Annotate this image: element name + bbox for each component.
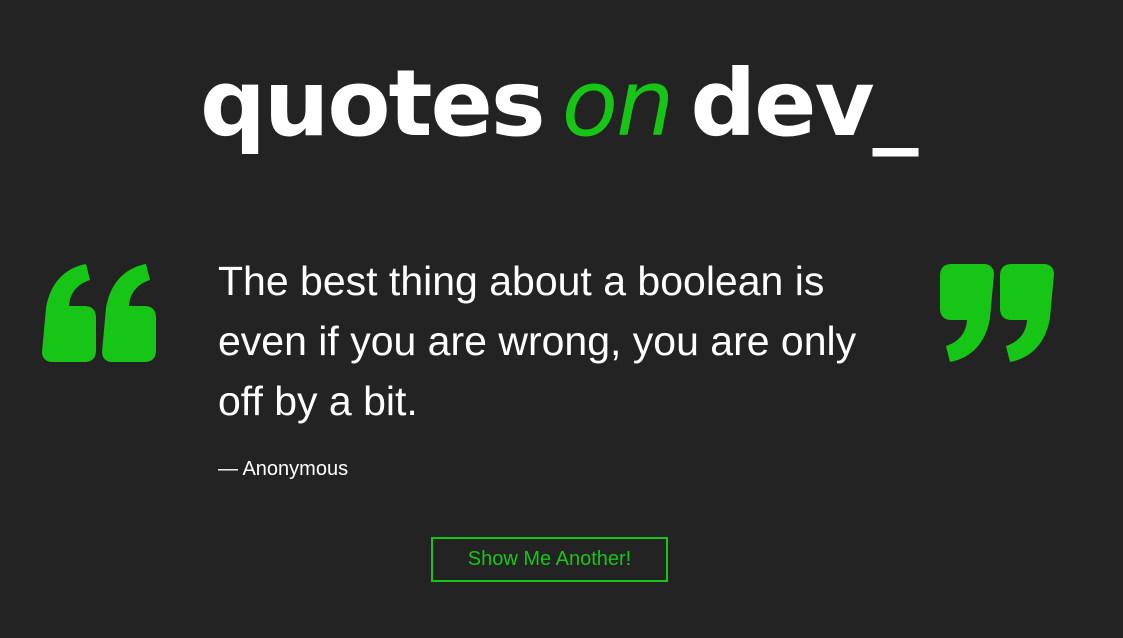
site-logo[interactable]: quotes on dev_ (200, 58, 919, 150)
quote-author: — Anonymous (218, 458, 349, 480)
quote-text: The best thing about a boolean is even i… (218, 258, 857, 424)
page: quotes on dev_ The best thing about a bool… (0, 0, 1123, 638)
logo-word-dev: dev_ (690, 50, 918, 157)
open-quote-icon (42, 264, 156, 362)
close-quote-icon (940, 264, 1054, 362)
logo-word-on: on (561, 50, 675, 157)
logo-word-quotes: quotes (200, 50, 546, 157)
show-another-button[interactable]: Show Me Another! (431, 537, 668, 582)
